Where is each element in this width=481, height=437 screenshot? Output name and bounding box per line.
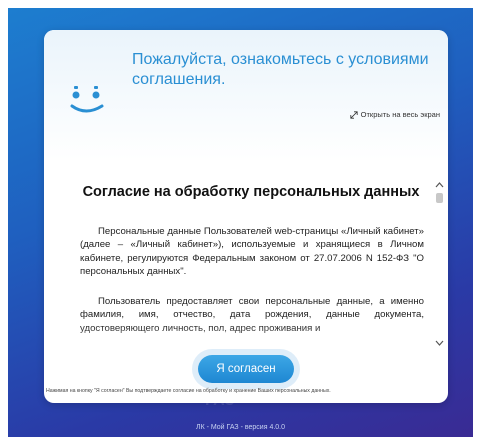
document-scrollbar[interactable] [434,180,444,350]
consent-footnote: Нажимая на кнопку "Я согласен" Вы подтве… [46,388,331,394]
fullscreen-link-label: Открыть на весь экран [360,110,440,119]
agree-button[interactable]: Я согласен [198,355,294,383]
smiley-face-icon [70,86,104,113]
scroll-thumb[interactable] [436,193,443,203]
app-version: ЛК - Мой ГАЗ - версия 4.0.0 [195,424,286,431]
expand-icon [350,110,358,119]
document-title: Согласие на обработку персональных данны… [82,184,420,200]
chevron-down-icon[interactable] [434,338,444,348]
fullscreen-link[interactable]: Открыть на весь экран [350,110,440,119]
agreement-dialog: Пожалуйста, ознакомьтесь с условиями сог… [44,30,448,403]
chevron-up-icon[interactable] [434,180,444,190]
dialog-title: Пожалуйста, ознакомьтесь с условиями сог… [132,51,429,88]
agreement-document: Согласие на обработку персональных данны… [66,170,438,365]
document-paragraph: Персональные данные Пользователей web-ст… [80,226,424,278]
